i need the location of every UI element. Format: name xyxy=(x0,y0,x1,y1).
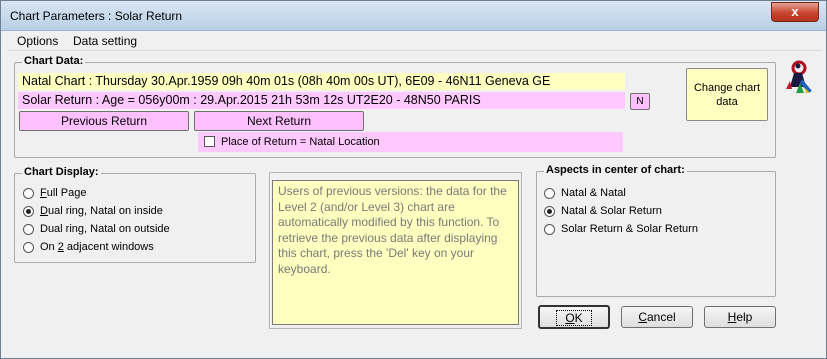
cancel-button[interactable]: Cancel xyxy=(621,306,693,328)
close-button[interactable]: x xyxy=(771,2,819,22)
dual-ring-outside-label[interactable]: Dual ring, Natal on outside xyxy=(40,223,170,235)
place-of-return-checkbox[interactable] xyxy=(204,136,215,147)
window-title: Chart Parameters : Solar Return xyxy=(10,9,183,23)
help-button[interactable]: Help xyxy=(704,306,776,328)
chart-data-label: Chart Data: xyxy=(22,55,86,67)
aspect-solar-solar-label[interactable]: Solar Return & Solar Return xyxy=(561,223,698,235)
previous-return-button[interactable]: Previous Return xyxy=(19,111,189,131)
adjacent-windows-radio[interactable] xyxy=(23,242,34,253)
aspect-natal-solar-label[interactable]: Natal & Solar Return xyxy=(561,205,662,217)
solar-return-line[interactable]: Solar Return : Age = 056y00m : 29.Apr.20… xyxy=(18,92,625,109)
title-bar[interactable]: Chart Parameters : Solar Return x xyxy=(1,1,826,31)
aspect-solar-solar-radio[interactable] xyxy=(544,224,555,235)
ok-button[interactable]: OK xyxy=(538,305,610,329)
chart-parameters-window: Chart Parameters : Solar Return x Option… xyxy=(0,0,827,359)
natal-chart-line[interactable]: Natal Chart : Thursday 30.Apr.1959 09h 4… xyxy=(18,73,625,90)
change-chart-data-label: Change chart data xyxy=(693,82,761,108)
info-text: Users of previous versions: the data for… xyxy=(272,180,519,325)
full-page-label[interactable]: Full Page xyxy=(40,187,87,199)
dual-ring-inside-radio[interactable] xyxy=(23,206,34,217)
dual-ring-inside-label[interactable]: Dual ring, Natal on inside xyxy=(40,205,163,217)
aspect-natal-natal-radio[interactable] xyxy=(544,188,555,199)
adjacent-windows-label[interactable]: On 2 adjacent windows xyxy=(40,241,154,253)
dual-ring-outside-radio[interactable] xyxy=(23,224,34,235)
menu-options[interactable]: Options xyxy=(17,34,58,48)
place-of-return-label: Place of Return = Natal Location xyxy=(221,136,380,148)
chart-display-label: Chart Display: xyxy=(22,166,101,178)
full-page-radio[interactable] xyxy=(23,188,34,199)
place-of-return-row[interactable]: Place of Return = Natal Location xyxy=(198,132,623,152)
astrology-figure-icon xyxy=(782,59,814,95)
aspect-natal-solar-radio[interactable] xyxy=(544,206,555,217)
menu-data-setting[interactable]: Data setting xyxy=(73,34,137,48)
change-chart-data-button[interactable]: Change chart data xyxy=(686,68,768,121)
next-return-button[interactable]: Next Return xyxy=(194,111,364,131)
aspects-label: Aspects in center of chart: xyxy=(544,164,687,176)
menu-bar: Options Data setting xyxy=(7,31,822,51)
n-button[interactable]: N xyxy=(630,93,650,110)
aspect-natal-natal-label[interactable]: Natal & Natal xyxy=(561,187,626,199)
